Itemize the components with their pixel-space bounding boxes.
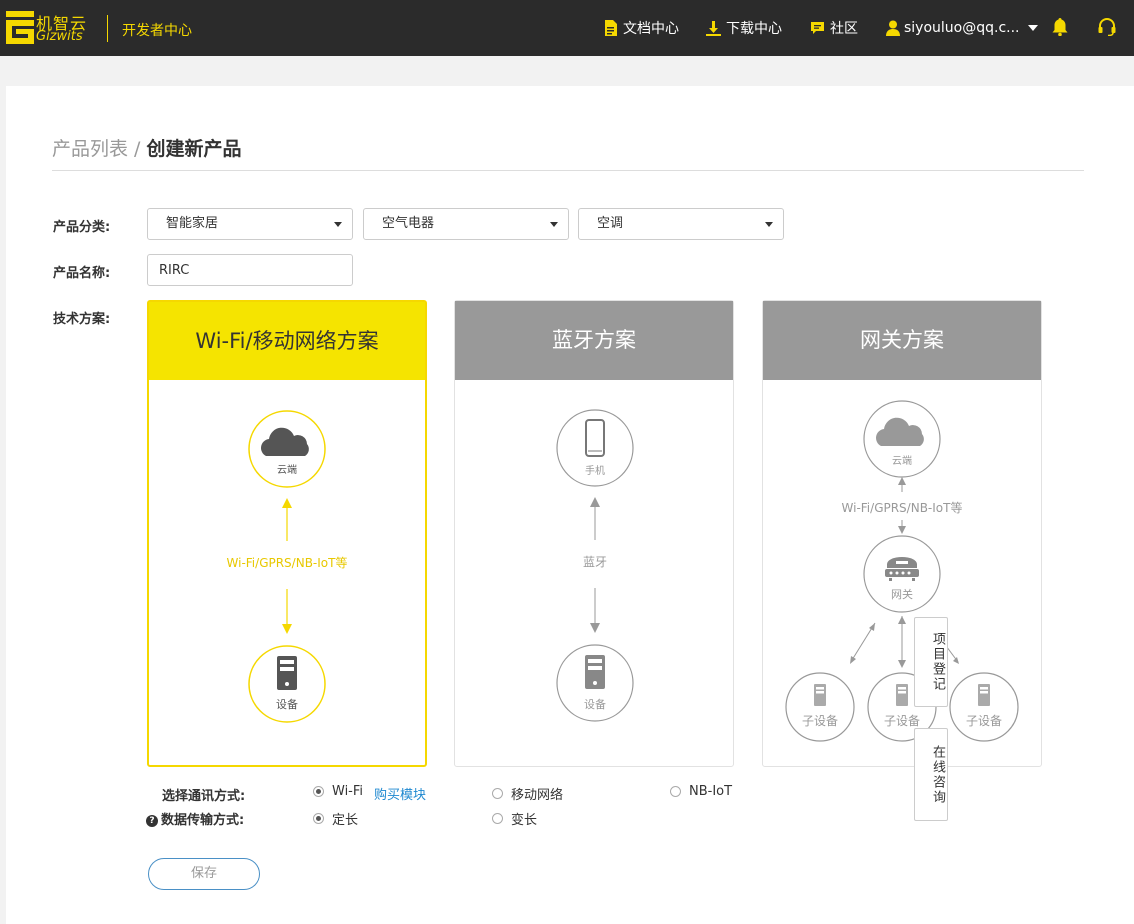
gizwits-logo-icon[interactable] [6, 11, 34, 44]
user-menu[interactable]: siyouluo@qq.c... [886, 18, 1043, 38]
sub-device-node [785, 672, 855, 742]
device-icon [277, 656, 297, 690]
radio-transfer-variable-label: 变长 [511, 813, 538, 828]
category-select-1[interactable]: 智能家居 [147, 208, 353, 240]
help-icon[interactable]: ? [146, 815, 158, 827]
transfer-method-text: 数据传输方式: [161, 813, 245, 828]
device-icon [585, 655, 605, 689]
card-wifi-title: Wi-Fi/移动网络方案 [149, 302, 425, 380]
device-icon [978, 684, 990, 706]
device-label: 设备 [276, 697, 298, 711]
cloud-label: 云端 [892, 454, 912, 467]
sub-device-node [949, 672, 1019, 742]
arrow-down-icon [898, 526, 906, 534]
radio-comm-wifi-label: Wi-Fi [332, 784, 364, 799]
device-icon [814, 684, 826, 706]
breadcrumb-parent[interactable]: 产品列表 [52, 138, 128, 160]
radio-comm-wifi[interactable]: Wi-Fi [313, 784, 363, 799]
card-wifi-scheme[interactable]: Wi-Fi/移动网络方案 云端 Wi-Fi/GPRS/NB-IoT等 设备 [147, 300, 427, 767]
category-select-2-value: 空气电器 [382, 216, 435, 231]
card-gateway-title: 网关方案 [763, 301, 1041, 380]
project-register-button[interactable]: 项目登记 [914, 617, 948, 707]
nav-downloads[interactable]: 下载中心 [706, 18, 782, 38]
transfer-method-label: ? 数据传输方式: [146, 809, 244, 828]
arrow-down-icon [282, 624, 292, 634]
breadcrumb: 产品列表 / 创建新产品 [52, 134, 242, 161]
radio-dot [492, 788, 503, 799]
document-icon [605, 20, 617, 36]
radio-comm-mobile[interactable]: 移动网络 [492, 784, 563, 803]
user-email: siyouluo@qq.c... [904, 20, 1020, 36]
nav-community-label: 社区 [830, 21, 858, 37]
radio-transfer-variable[interactable]: 变长 [492, 809, 537, 828]
nav-docs[interactable]: 文档中心 [604, 18, 679, 38]
radio-transfer-fixed-label: 定长 [332, 813, 359, 828]
chat-icon [811, 22, 824, 34]
caret-down-icon [550, 222, 558, 227]
radio-dot [492, 813, 503, 824]
caret-down-icon [334, 222, 342, 227]
arrow-up-icon [898, 477, 906, 485]
nav-docs-label: 文档中心 [623, 21, 679, 37]
radio-comm-mobile-label: 移动网络 [511, 788, 564, 803]
category-select-2[interactable]: 空气电器 [363, 208, 569, 240]
radio-dot [313, 786, 324, 797]
wifi-diagram: 云端 Wi-Fi/GPRS/NB-IoT等 设备 [227, 410, 348, 723]
comm-method-label: 选择通讯方式: [162, 789, 246, 804]
chevron-down-icon [1027, 25, 1038, 31]
nav-downloads-label: 下载中心 [726, 21, 782, 37]
sub-device-label-1: 子设备 [802, 714, 838, 728]
bell-icon[interactable] [1052, 18, 1068, 36]
breadcrumb-divider [52, 170, 1084, 171]
gateway-label: 网关 [891, 587, 913, 601]
category-select-3-value: 空调 [597, 216, 624, 231]
breadcrumb-current: 创建新产品 [146, 138, 242, 160]
headset-icon[interactable] [1098, 18, 1116, 36]
card-gateway-scheme[interactable]: 网关方案 云端 Wi-Fi/GPRS/NB-IoT等 网关 子设备 子设备 子设… [762, 300, 1042, 767]
breadcrumb-separator: / [128, 138, 147, 160]
buy-module-link[interactable]: 购买模块 [374, 784, 426, 803]
online-consult-button[interactable]: 在线咨询 [914, 728, 948, 821]
developer-center-link[interactable]: 开发者中心 [122, 20, 192, 40]
category-select-3[interactable]: 空调 [578, 208, 784, 240]
top-navbar: 机智云 Gizwits 开发者中心 文档中心 下载中心 社区 siyouluo@… [0, 0, 1134, 56]
cloud-label: 云端 [277, 463, 297, 476]
gateway-link-label: Wi-Fi/GPRS/NB-IoT等 [842, 501, 963, 515]
gateway-diagram: 云端 Wi-Fi/GPRS/NB-IoT等 网关 子设备 子设备 子设备 [785, 400, 1019, 742]
download-icon [706, 20, 721, 36]
category-label: 产品分类: [53, 220, 111, 235]
wifi-link-label: Wi-Fi/GPRS/NB-IoT等 [227, 556, 348, 570]
radio-comm-nbiot[interactable]: NB-IoT [670, 784, 732, 799]
radio-dot [670, 786, 681, 797]
phone-label: 手机 [585, 464, 605, 477]
radio-dot [313, 813, 324, 824]
sub-device-label-2: 子设备 [884, 714, 920, 728]
product-name-label: 产品名称: [53, 266, 111, 281]
device-label: 设备 [584, 697, 606, 711]
card-bluetooth-title: 蓝牙方案 [455, 301, 733, 380]
arrow-up-icon [282, 498, 292, 508]
save-button[interactable]: 保存 [148, 858, 260, 890]
radio-comm-nbiot-label: NB-IoT [689, 784, 733, 799]
nav-divider [107, 15, 108, 42]
bluetooth-link-label: 蓝牙 [583, 555, 607, 569]
category-select-1-value: 智能家居 [166, 216, 219, 231]
bluetooth-diagram: 手机 蓝牙 设备 [556, 409, 634, 722]
product-name-input[interactable] [147, 254, 353, 286]
logo-text-en: Gizwits [36, 29, 83, 44]
device-icon [896, 684, 908, 706]
nav-community[interactable]: 社区 [810, 18, 858, 38]
sub-device-label-3: 子设备 [966, 714, 1002, 728]
phone-icon [585, 419, 605, 457]
card-bluetooth-scheme[interactable]: 蓝牙方案 手机 蓝牙 设备 [454, 300, 734, 767]
caret-down-icon [765, 222, 773, 227]
arrow-up-icon [590, 497, 600, 507]
user-icon [886, 20, 900, 36]
arrow-down-icon [590, 623, 600, 633]
radio-transfer-fixed[interactable]: 定长 [313, 809, 358, 828]
tech-scheme-label: 技术方案: [53, 312, 111, 327]
